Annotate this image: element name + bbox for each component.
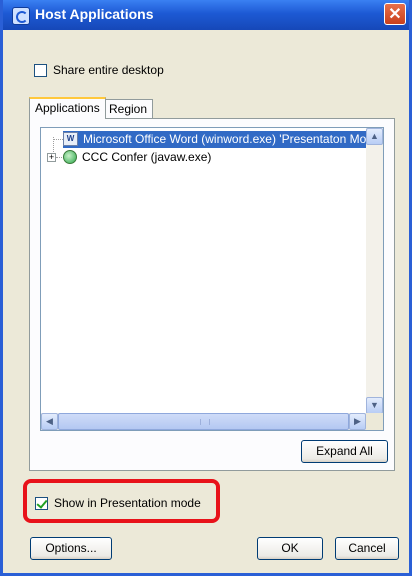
share-desktop-label: Share entire desktop	[53, 63, 164, 77]
share-desktop-checkbox[interactable]	[34, 64, 47, 77]
scroll-left-button[interactable]: ◀	[41, 413, 58, 430]
expand-all-button[interactable]: Expand All	[301, 440, 388, 463]
tree-item-label: CCC Confer (javaw.exe)	[82, 150, 212, 164]
options-button[interactable]: Options...	[30, 537, 112, 560]
tree-item-label: Microsoft Office Word (winword.exe) 'Pre…	[83, 132, 373, 146]
app-icon	[12, 7, 30, 25]
scroll-up-button[interactable]: ▲	[366, 128, 383, 145]
tab-region[interactable]: Region	[103, 99, 154, 119]
tree-connector	[56, 157, 62, 158]
applications-panel: W Microsoft Office Word (winword.exe) 'P…	[29, 118, 395, 471]
word-icon: W	[63, 132, 78, 146]
title-bar[interactable]: Host Applications ✕	[3, 0, 409, 30]
tree-connector	[53, 139, 63, 140]
vertical-scrollbar[interactable]: ▲ ▼	[366, 128, 383, 414]
scroll-down-button[interactable]: ▼	[366, 397, 383, 414]
globe-icon	[63, 150, 77, 164]
horizontal-scrollbar[interactable]: ◀ ▶	[41, 413, 366, 430]
tree-item-word[interactable]: W Microsoft Office Word (winword.exe) 'P…	[63, 131, 373, 148]
tab-applications[interactable]: Applications	[29, 97, 106, 119]
expand-icon[interactable]: +	[47, 153, 56, 162]
highlight-annotation	[23, 479, 220, 523]
cancel-button[interactable]: Cancel	[335, 537, 399, 560]
close-button[interactable]: ✕	[384, 3, 406, 25]
application-tree[interactable]: W Microsoft Office Word (winword.exe) 'P…	[40, 127, 384, 431]
window-title: Host Applications	[35, 6, 154, 22]
grip-icon	[199, 419, 210, 425]
tree-item-ccc-confer[interactable]: + CCC Confer (javaw.exe)	[47, 149, 347, 166]
scroll-thumb[interactable]	[58, 413, 349, 430]
host-applications-dialog: Host Applications ✕ Share entire desktop…	[0, 0, 412, 576]
ok-button[interactable]: OK	[257, 537, 323, 560]
scroll-right-button[interactable]: ▶	[349, 413, 366, 430]
scrollbar-corner	[366, 413, 383, 430]
